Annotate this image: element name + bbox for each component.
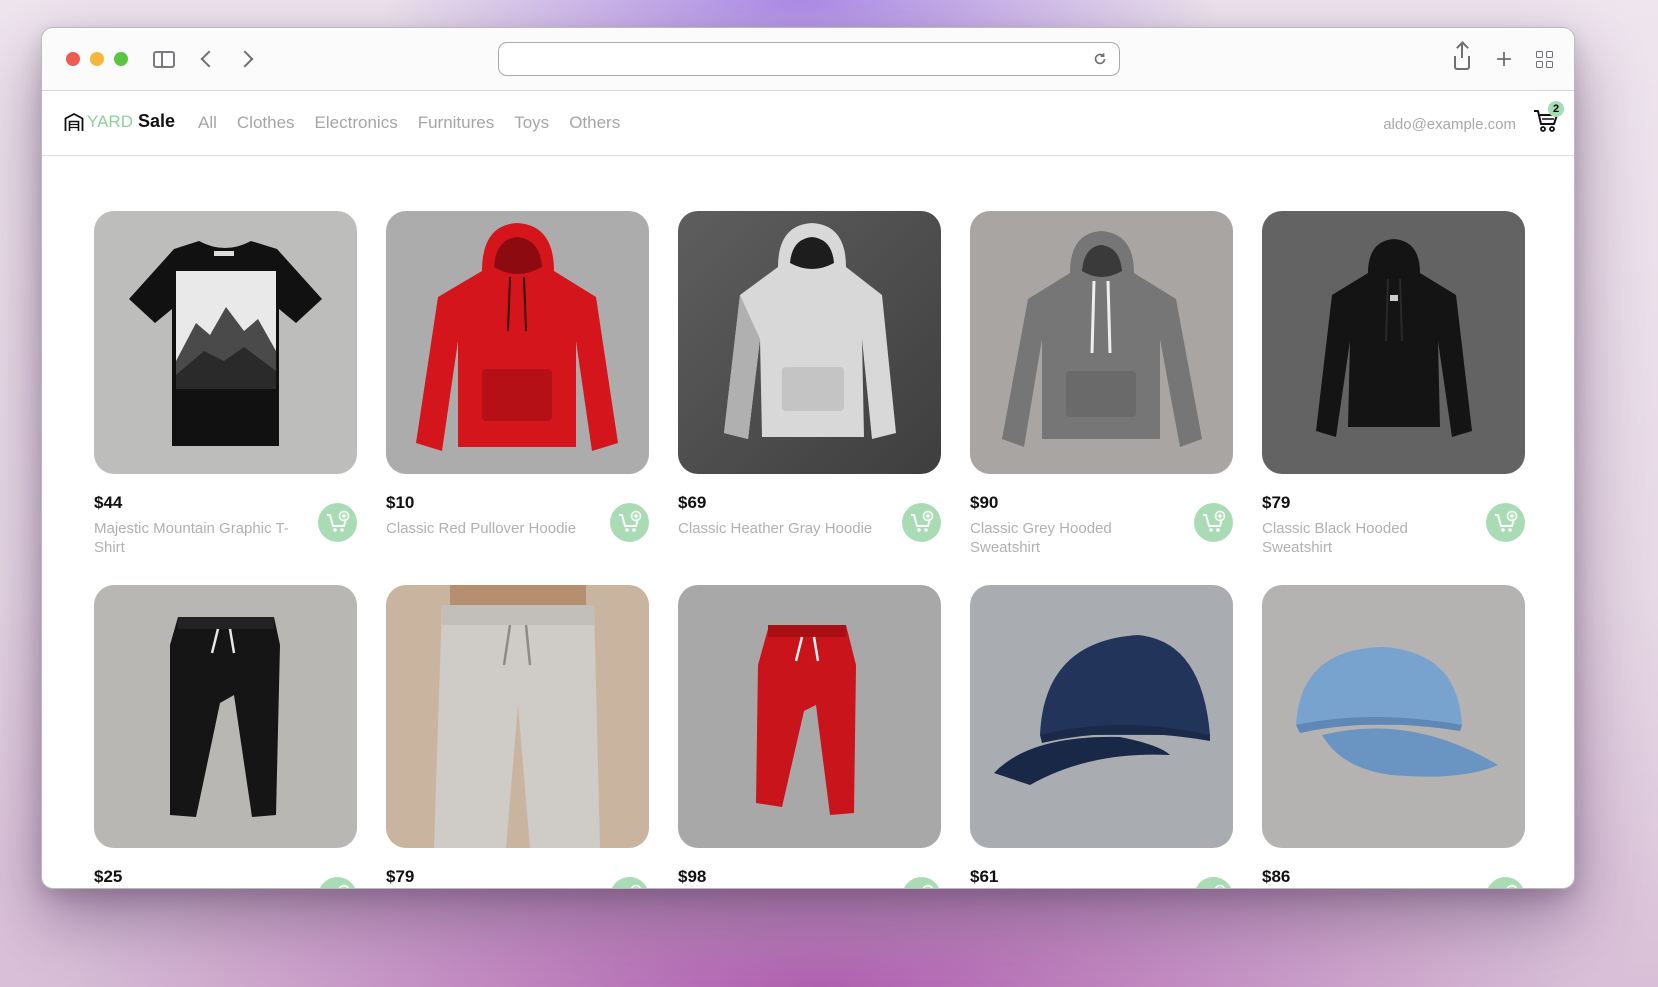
zoom-window-button[interactable] — [114, 52, 128, 66]
site-navbar: YARD Sale All Clothes Electronics Furnit… — [42, 91, 1574, 156]
product-title[interactable]: Classic Black Hooded Sweatshirt — [1262, 519, 1477, 557]
product-info: $90 Classic Grey Hooded Sweatshirt — [970, 474, 1233, 556]
product-image[interactable] — [1262, 585, 1525, 848]
nav-clothes[interactable]: Clothes — [237, 113, 295, 133]
add-to-cart-icon — [1494, 884, 1517, 888]
product-info: $61 — [970, 848, 1233, 888]
forward-icon[interactable] — [234, 46, 262, 72]
add-to-cart-icon — [1202, 510, 1225, 532]
product-image[interactable] — [1262, 211, 1525, 474]
product-card[interactable]: $69 Classic Heather Gray Hoodie — [678, 211, 941, 547]
add-to-cart-icon — [1494, 510, 1517, 532]
add-to-cart-button[interactable] — [1194, 503, 1233, 542]
product-price: $69 — [678, 493, 707, 512]
store-icon — [64, 112, 84, 131]
add-to-cart-button[interactable] — [1486, 503, 1525, 542]
product-price: $98 — [678, 867, 707, 886]
user-email[interactable]: aldo@example.com — [1383, 116, 1516, 133]
back-icon[interactable] — [192, 46, 220, 72]
product-image[interactable] — [94, 585, 357, 848]
product-title[interactable]: Majestic Mountain Graphic T-Shirt — [94, 519, 309, 557]
product-image[interactable] — [678, 585, 941, 848]
reload-icon[interactable] — [1091, 50, 1109, 68]
product-title[interactable]: Classic Grey Hooded Sweatshirt — [970, 519, 1185, 557]
sidebar-icon[interactable] — [150, 46, 178, 72]
address-bar[interactable] — [498, 42, 1120, 76]
close-window-button[interactable] — [66, 52, 80, 66]
nav-toys[interactable]: Toys — [514, 113, 549, 133]
product-card[interactable]: $44 Majestic Mountain Graphic T-Shirt — [94, 211, 357, 556]
nav-others[interactable]: Others — [569, 113, 620, 133]
add-to-cart-icon — [910, 510, 933, 532]
add-to-cart-button[interactable] — [902, 503, 941, 542]
share-icon[interactable] — [1448, 44, 1476, 72]
product-info: $44 Majestic Mountain Graphic T-Shirt — [94, 474, 357, 556]
category-nav: All Clothes Electronics Furnitures Toys … — [198, 113, 620, 133]
product-price: $90 — [970, 493, 999, 512]
site-logo[interactable]: YARD Sale — [64, 111, 175, 132]
add-to-cart-icon — [618, 884, 641, 888]
product-image[interactable] — [970, 211, 1233, 474]
add-to-cart-button[interactable] — [318, 503, 357, 542]
product-info: $25 — [94, 848, 357, 888]
product-image[interactable] — [678, 211, 941, 474]
product-info: $86 — [1262, 848, 1525, 888]
product-price: $44 — [94, 493, 123, 512]
product-title[interactable]: Classic Red Pullover Hoodie — [386, 519, 601, 538]
minimize-window-button[interactable] — [90, 52, 104, 66]
product-image[interactable] — [970, 585, 1233, 848]
add-to-cart-icon — [326, 884, 349, 888]
product-info: $79 Classic Black Hooded Sweatshirt — [1262, 474, 1525, 556]
add-to-cart-button[interactable] — [610, 503, 649, 542]
logo-sale-text: Sale — [137, 111, 176, 131]
add-to-cart-icon — [618, 510, 641, 532]
tab-overview-icon[interactable] — [1530, 46, 1558, 72]
new-tab-icon[interactable] — [1490, 46, 1518, 72]
browser-toolbar — [42, 28, 1574, 91]
product-card[interactable]: $79 — [386, 585, 649, 888]
product-price: $79 — [386, 867, 415, 886]
product-card[interactable]: $61 — [970, 585, 1233, 888]
nav-all[interactable]: All — [198, 113, 217, 133]
logo-yard-text: YARD — [87, 111, 133, 131]
product-card[interactable]: $90 Classic Grey Hooded Sweatshirt — [970, 211, 1233, 556]
product-card[interactable]: $98 — [678, 585, 941, 888]
cart-count-badge: 2 — [1548, 101, 1564, 117]
product-price: $61 — [970, 867, 999, 886]
product-info: $69 Classic Heather Gray Hoodie — [678, 474, 941, 547]
product-card[interactable]: $25 — [94, 585, 357, 888]
product-card[interactable]: $10 Classic Red Pullover Hoodie — [386, 211, 649, 547]
product-image[interactable] — [94, 211, 357, 474]
nav-electronics[interactable]: Electronics — [315, 113, 398, 133]
product-title[interactable]: Classic Heather Gray Hoodie — [678, 519, 893, 538]
product-info: $10 Classic Red Pullover Hoodie — [386, 474, 649, 547]
product-info: $79 — [386, 848, 649, 888]
product-grid: $44 Majestic Mountain Graphic T-Shirt $1… — [94, 211, 1525, 888]
product-card[interactable]: $86 — [1262, 585, 1525, 888]
browser-window: YARD Sale All Clothes Electronics Furnit… — [41, 27, 1575, 889]
add-to-cart-icon — [1202, 884, 1225, 888]
add-to-cart-icon — [326, 510, 349, 532]
product-info: $98 — [678, 848, 941, 888]
product-price: $25 — [94, 867, 123, 886]
product-price: $10 — [386, 493, 415, 512]
product-image[interactable] — [386, 211, 649, 474]
product-price: $86 — [1262, 867, 1291, 886]
product-image[interactable] — [386, 585, 649, 848]
product-card[interactable]: $79 Classic Black Hooded Sweatshirt — [1262, 211, 1525, 556]
add-to-cart-icon — [910, 884, 933, 888]
shopping-cart-button[interactable]: 2 — [1532, 101, 1564, 135]
product-price: $79 — [1262, 493, 1291, 512]
nav-furnitures[interactable]: Furnitures — [418, 113, 495, 133]
